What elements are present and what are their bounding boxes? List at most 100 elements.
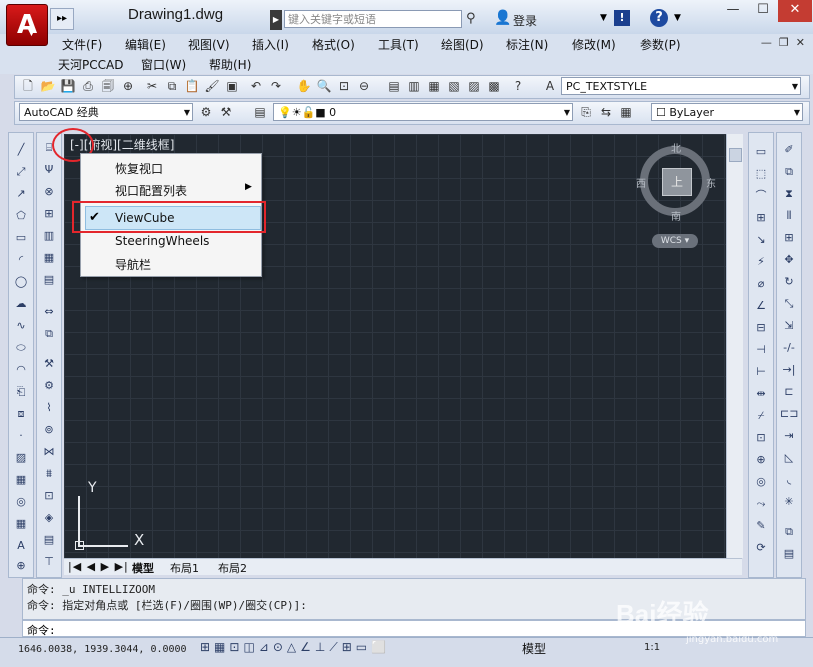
quick-access-expand-button[interactable]: ▸▸ bbox=[50, 8, 74, 30]
title-block-icon[interactable]: ⊤ bbox=[40, 553, 58, 571]
angular-icon[interactable]: ∠ bbox=[752, 297, 770, 315]
layers-icon[interactable]: ▤ bbox=[780, 545, 798, 563]
construction-line-icon[interactable]: ⤢ bbox=[12, 163, 30, 181]
spring-icon[interactable]: ⌇ bbox=[40, 399, 58, 417]
layer-select[interactable]: 💡☀🔓■ 0 ▼ bbox=[273, 103, 573, 121]
gear-icon[interactable]: ⚙ bbox=[197, 103, 215, 121]
zoom-previous-icon[interactable]: ⊖ bbox=[355, 77, 373, 95]
mtext-icon[interactable]: A bbox=[12, 537, 30, 555]
baseline-icon[interactable]: ⊣ bbox=[752, 341, 770, 359]
help-icon[interactable]: ? bbox=[650, 9, 668, 27]
color-select[interactable]: ☐ ByLayer ▼ bbox=[651, 103, 803, 121]
explode-icon[interactable]: ✳ bbox=[780, 493, 798, 511]
menu-tools[interactable]: 工具(T) bbox=[378, 36, 419, 53]
spline-icon[interactable]: ∿ bbox=[12, 317, 30, 335]
scale-icon[interactable]: ⧉ bbox=[40, 325, 58, 343]
scrollbar-thumb[interactable] bbox=[729, 148, 742, 162]
balloon-icon[interactable]: ◈ bbox=[40, 509, 58, 527]
menu-draw[interactable]: 绘图(D) bbox=[441, 36, 484, 53]
cut-icon[interactable]: ✂ bbox=[143, 77, 161, 95]
menu-file[interactable]: 文件(F) bbox=[62, 36, 102, 53]
markup-icon[interactable]: ▨ bbox=[465, 77, 483, 95]
menu-parameter[interactable]: 参数(P) bbox=[640, 36, 681, 53]
search-expand-button[interactable]: ▶ bbox=[270, 10, 282, 30]
calculator-icon[interactable]: ▩ bbox=[485, 77, 503, 95]
user-icon[interactable]: 👤 bbox=[494, 10, 511, 26]
polyline-icon[interactable]: ↗ bbox=[12, 185, 30, 203]
inspect-icon[interactable]: ◎ bbox=[752, 473, 770, 491]
drafting-toggle-icons[interactable]: ⊞▦⊡◫⊿⊙△∠⊥⟋⊞▭⬜ bbox=[200, 640, 390, 655]
workspace-settings-icon[interactable]: ⚒ bbox=[217, 103, 235, 121]
menu-item-navbar[interactable]: 导航栏 bbox=[115, 256, 151, 273]
detail-icon[interactable]: ⊡ bbox=[40, 487, 58, 505]
rotate-icon[interactable]: ↻ bbox=[780, 273, 798, 291]
viewcube-top-face[interactable]: 上 bbox=[662, 168, 692, 196]
publish-icon[interactable]: ⊕ bbox=[119, 77, 137, 95]
menu-edit[interactable]: 编辑(E) bbox=[125, 36, 166, 53]
mirror-icon[interactable]: ⧗ bbox=[780, 185, 798, 203]
zoom-realtime-icon[interactable]: 🔍 bbox=[315, 77, 333, 95]
sheet-icon[interactable]: ▤ bbox=[40, 271, 58, 289]
pan-icon[interactable]: ✋ bbox=[295, 77, 313, 95]
rectangle-icon[interactable]: ▭ bbox=[12, 229, 30, 247]
line-icon[interactable]: ╱ bbox=[12, 141, 30, 159]
revcloud-icon[interactable]: ☁ bbox=[12, 295, 30, 313]
design-center-icon[interactable]: ▥ bbox=[405, 77, 423, 95]
menu-modify[interactable]: 修改(M) bbox=[572, 36, 616, 53]
sheet-set-icon[interactable]: ▧ bbox=[445, 77, 463, 95]
point-icon[interactable]: · bbox=[12, 427, 30, 445]
application-menu-button[interactable]: A bbox=[6, 4, 48, 46]
layer-previous-icon[interactable]: ⇆ bbox=[597, 103, 615, 121]
compass-east[interactable]: 东 bbox=[706, 175, 716, 190]
menu-item-steeringwheels[interactable]: SteeringWheels bbox=[115, 234, 209, 248]
model-space-button[interactable]: 模型 bbox=[522, 640, 546, 657]
close-button[interactable]: ✕ bbox=[778, 0, 812, 22]
workspace-select[interactable]: AutoCAD 经典 ▼ bbox=[19, 103, 193, 121]
save-icon[interactable]: 💾 bbox=[59, 77, 77, 95]
compass-west[interactable]: 西 bbox=[636, 175, 646, 190]
bearing-icon[interactable]: ⊚ bbox=[40, 421, 58, 439]
document-window-controls[interactable]: — ❐ ✕ bbox=[761, 36, 805, 49]
gradient-icon[interactable]: ▦ bbox=[12, 471, 30, 489]
fillet-icon[interactable]: ◟ bbox=[780, 471, 798, 489]
menu-dimension[interactable]: 标注(N) bbox=[506, 36, 548, 53]
tab-nav-arrows[interactable]: |◀ ◀ ▶ ▶| bbox=[68, 560, 129, 573]
compass-north[interactable]: 北 bbox=[671, 140, 681, 155]
undo-icon[interactable]: ↶ bbox=[247, 77, 265, 95]
bolt-icon[interactable]: ⚒ bbox=[40, 355, 58, 373]
wcs-menu-button[interactable]: WCS ▾ bbox=[652, 234, 698, 248]
make-block-icon[interactable]: ⧈ bbox=[12, 405, 30, 423]
weld-icon[interactable]: ⋈ bbox=[40, 443, 58, 461]
search-input[interactable]: 键入关键字或短语 bbox=[284, 10, 462, 28]
preview-icon[interactable]: 🗐 bbox=[99, 77, 117, 95]
table-icon[interactable]: ▦ bbox=[12, 515, 30, 533]
match-properties-icon[interactable]: 🖌 bbox=[203, 77, 221, 95]
ellipse-arc-icon[interactable]: ◠ bbox=[12, 361, 30, 379]
hatch-icon[interactable]: ▨ bbox=[12, 449, 30, 467]
menu-view[interactable]: 视图(V) bbox=[188, 36, 230, 53]
chevron-down-icon[interactable]: ▼ bbox=[674, 13, 681, 23]
move-icon[interactable]: ⇔ bbox=[40, 303, 58, 321]
arc-length-icon[interactable]: ⌒ bbox=[752, 187, 770, 205]
table-icon[interactable]: ▦ bbox=[40, 249, 58, 267]
region-icon[interactable]: ◎ bbox=[12, 493, 30, 511]
scale-icon[interactable]: ⤡ bbox=[780, 295, 798, 313]
redo-icon[interactable]: ↷ bbox=[267, 77, 285, 95]
circle-icon[interactable]: ◯ bbox=[12, 273, 30, 291]
parts-list-icon[interactable]: ▤ bbox=[40, 531, 58, 549]
array-icon[interactable]: ⊞ bbox=[780, 229, 798, 247]
center-mark-icon[interactable]: ⊕ bbox=[752, 451, 770, 469]
break-icon[interactable]: ⊏⊐ bbox=[780, 405, 798, 423]
menu-item-viewport-config[interactable]: 视口配置列表 bbox=[115, 182, 187, 199]
vertical-scrollbar[interactable] bbox=[726, 134, 743, 558]
stretch-icon[interactable]: ⇲ bbox=[780, 317, 798, 335]
tool-palettes-icon[interactable]: ▦ bbox=[425, 77, 443, 95]
annotation-scale[interactable]: 1:1 bbox=[644, 642, 660, 653]
paste-icon[interactable]: 📋 bbox=[183, 77, 201, 95]
menu-insert[interactable]: 插入(I) bbox=[252, 36, 289, 53]
menu-format[interactable]: 格式(O) bbox=[312, 36, 355, 53]
tab-layout2[interactable]: 布局2 bbox=[218, 560, 247, 576]
text-style-select[interactable]: PC_TEXTSTYLE ▼ bbox=[561, 77, 801, 95]
thread-icon[interactable]: ⩩ bbox=[40, 465, 58, 483]
polygon-icon[interactable]: ⬠ bbox=[12, 207, 30, 225]
